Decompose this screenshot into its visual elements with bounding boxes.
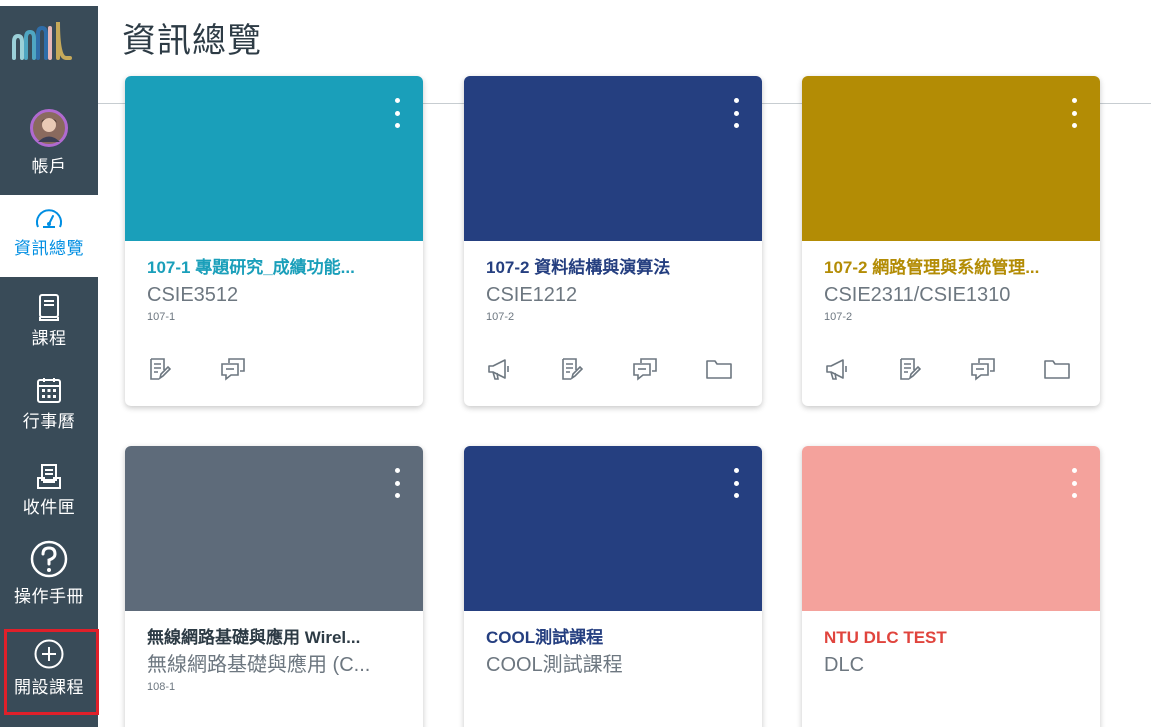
course-card-hero[interactable] xyxy=(125,76,423,241)
course-term: 108-1 xyxy=(147,681,176,693)
course-term: 107-2 xyxy=(824,311,853,323)
inbox-icon xyxy=(37,464,61,489)
course-card-hero[interactable] xyxy=(464,76,762,241)
course-card[interactable]: 107-2 資料結構與演算法 CSIE1212 107-2 xyxy=(464,76,762,406)
course-term: 107-1 xyxy=(147,311,176,323)
more-options-icon[interactable] xyxy=(391,98,403,128)
course-card-body: NTU DLC TEST DLC xyxy=(802,611,1100,680)
course-card-hero[interactable] xyxy=(125,446,423,611)
nav-label-courses: 課程 xyxy=(31,329,67,348)
course-card-body: 無線網路基礎與應用 Wirel... 無線網路基礎與應用 (C... 108-1 xyxy=(125,611,423,694)
global-nav: 帳戶 資訊總覽 課程 行事曆 收件匣 操作手冊 開設課程 xyxy=(0,0,99,727)
course-card[interactable]: 無線網路基礎與應用 Wirel... 無線網路基礎與應用 (C... 108-1 xyxy=(125,446,423,727)
more-options-icon[interactable] xyxy=(1068,98,1080,128)
nav-item-courses[interactable]: 課程 xyxy=(0,289,98,365)
help-icon xyxy=(30,540,68,578)
course-card[interactable]: COOL測試課程 COOL測試課程 xyxy=(464,446,762,727)
highlight-box xyxy=(4,629,99,715)
course-code: COOL測試課程 xyxy=(486,654,623,676)
course-term: 107-2 xyxy=(486,311,515,323)
nav-item-account[interactable]: 帳戶 xyxy=(0,105,98,191)
course-title-link[interactable]: NTU DLC TEST xyxy=(824,627,1078,649)
more-options-icon[interactable] xyxy=(730,468,742,498)
nav-label-help: 操作手冊 xyxy=(14,587,84,606)
dashboard-icon xyxy=(36,209,62,228)
course-code: CSIE2311/CSIE1310 xyxy=(824,284,1011,306)
logo-graphic xyxy=(12,21,72,60)
nav-label-calendar: 行事曆 xyxy=(22,412,76,431)
course-card-body: 107-2 網路管理與系統管理... CSIE2311/CSIE1310 107-2 xyxy=(802,241,1100,324)
discussions-icon[interactable] xyxy=(216,354,289,384)
discussions-icon[interactable] xyxy=(628,354,701,384)
book-icon xyxy=(39,294,59,321)
canvas-logo[interactable] xyxy=(0,6,98,94)
course-code: CSIE1212 xyxy=(486,284,578,306)
avatar xyxy=(30,109,68,147)
files-icon[interactable] xyxy=(1039,354,1100,384)
nav-item-help[interactable]: 操作手冊 xyxy=(0,539,98,617)
nav-label-account: 帳戶 xyxy=(31,157,67,176)
nav-label-inbox: 收件匣 xyxy=(22,498,76,517)
course-title-link[interactable]: COOL測試課程 xyxy=(486,627,740,649)
dashboard-main: 資訊總覽 107-1 專題研究_成績功能... CSIE3512 107-1 107-… xyxy=(98,0,1151,727)
course-title-link[interactable]: 107-2 資料結構與演算法 xyxy=(486,257,740,279)
course-card-body: 107-1 專題研究_成績功能... CSIE3512 107-1 xyxy=(125,241,423,324)
course-card-actions xyxy=(820,354,1100,384)
calendar-icon xyxy=(37,378,61,403)
announcements-icon[interactable] xyxy=(482,354,555,384)
course-card-hero[interactable] xyxy=(802,446,1100,611)
nav-item-calendar[interactable]: 行事曆 xyxy=(0,372,98,448)
course-card-body: COOL測試課程 COOL測試課程 xyxy=(464,611,762,680)
more-options-icon[interactable] xyxy=(391,468,403,498)
course-card[interactable]: 107-1 專題研究_成績功能... CSIE3512 107-1 xyxy=(125,76,423,406)
course-card[interactable]: NTU DLC TEST DLC xyxy=(802,446,1100,727)
course-code: DLC xyxy=(824,654,865,676)
course-card-hero[interactable] xyxy=(802,76,1100,241)
discussions-icon[interactable] xyxy=(966,354,1039,384)
more-options-icon[interactable] xyxy=(730,98,742,128)
assignments-icon[interactable] xyxy=(143,354,216,384)
course-title-link[interactable]: 107-2 網路管理與系統管理... xyxy=(824,257,1078,279)
announcements-icon[interactable] xyxy=(820,354,893,384)
nav-item-dashboard[interactable]: 資訊總覽 xyxy=(0,195,98,277)
course-card-hero[interactable] xyxy=(464,446,762,611)
course-title-link[interactable]: 無線網路基礎與應用 Wirel... xyxy=(147,627,401,649)
course-code: 無線網路基礎與應用 (C... xyxy=(147,654,371,676)
course-code: CSIE3512 xyxy=(147,284,239,306)
nav-label-dashboard: 資訊總覽 xyxy=(14,239,84,258)
course-card[interactable]: 107-2 網路管理與系統管理... CSIE2311/CSIE1310 107-2 xyxy=(802,76,1100,406)
course-card-body: 107-2 資料結構與演算法 CSIE1212 107-2 xyxy=(464,241,762,324)
assignments-icon[interactable] xyxy=(893,354,966,384)
assignments-icon[interactable] xyxy=(555,354,628,384)
page-title: 資訊總覽 xyxy=(122,22,262,60)
course-card-actions xyxy=(143,354,289,384)
course-title-link[interactable]: 107-1 專題研究_成績功能... xyxy=(147,257,401,279)
more-options-icon[interactable] xyxy=(1068,468,1080,498)
course-card-actions xyxy=(482,354,762,384)
files-icon[interactable] xyxy=(701,354,762,384)
nav-item-inbox[interactable]: 收件匣 xyxy=(0,458,98,534)
